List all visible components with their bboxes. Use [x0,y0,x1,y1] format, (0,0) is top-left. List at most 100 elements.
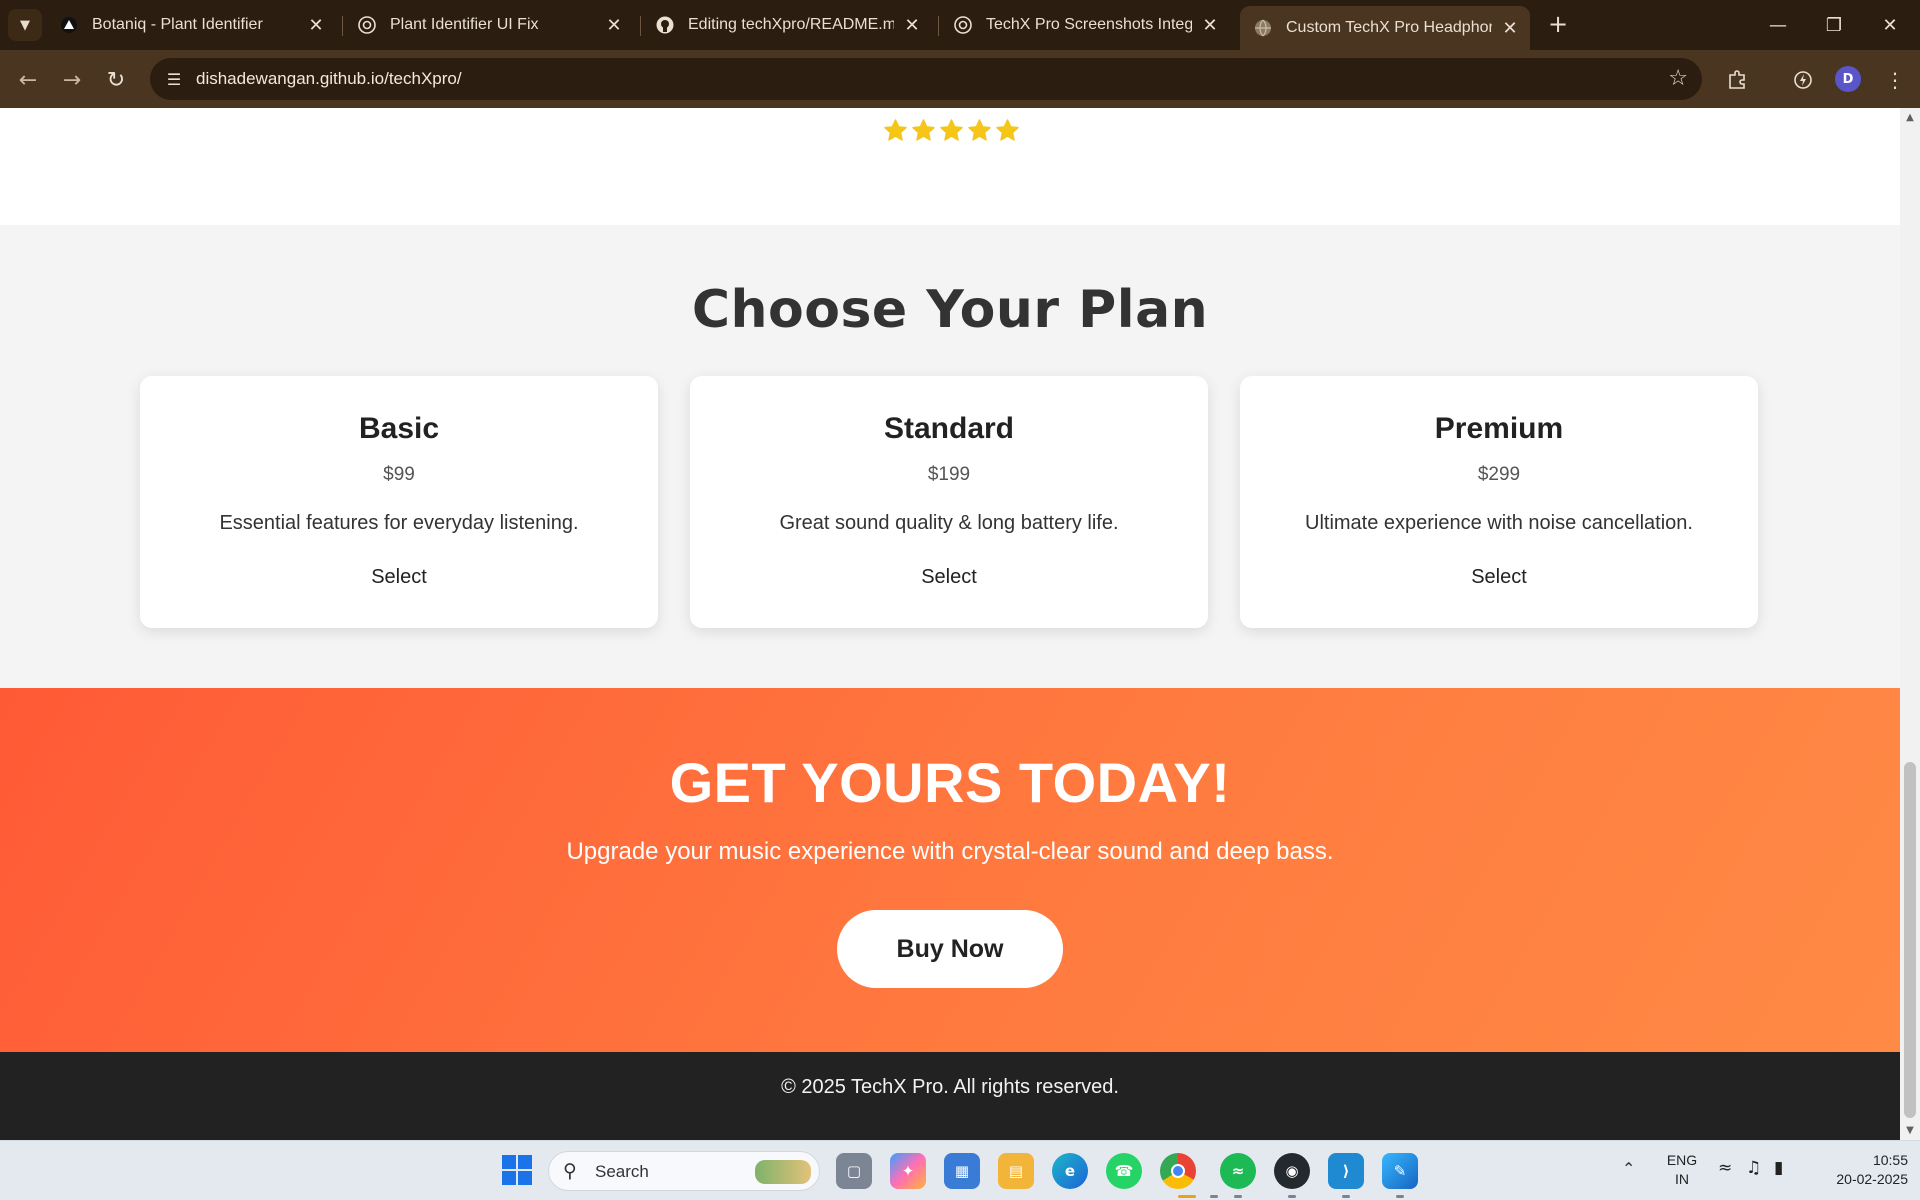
close-icon[interactable]: ✕ [902,15,922,36]
tab-title: Plant Identifier UI Fix [390,16,539,33]
plan-description: Ultimate experience with noise cancellat… [1305,512,1693,534]
tab-divider [640,16,641,36]
spotify-running-indicator [1234,1195,1242,1198]
github-desktop-icon[interactable]: ◉ [1274,1153,1310,1189]
show-hidden-icons-chevron-icon[interactable]: ⌃ [1622,1159,1635,1178]
url-text: dishadewangan.github.io/techXpro/ [196,69,462,88]
clock-date: 20-02-2025 [1836,1171,1908,1187]
github-icon [656,16,674,34]
more-menu-icon[interactable]: ⋮ [1880,65,1910,95]
new-tab-plus-icon[interactable]: + [1544,10,1572,40]
system-clock[interactable]: 10:55 20-02-2025 [1812,1151,1908,1189]
language-code: ENG [1666,1152,1698,1168]
plan-name: Basic [358,412,440,445]
performance-icon[interactable] [1788,65,1818,95]
profile-avatar[interactable]: D [1835,66,1861,92]
site-info-icon[interactable]: ☰ [162,67,186,91]
task-view-icon[interactable]: ▢ [836,1153,872,1189]
scroll-up-arrow-icon[interactable]: ▲ [1900,112,1920,123]
star-rating [883,118,1020,143]
input-language-indicator[interactable]: ENG IN [1662,1151,1702,1189]
plan-card-basic: Basic $99 Essential features for everyda… [140,376,658,628]
window-close-icon[interactable]: ✕ [1870,8,1910,42]
volume-icon[interactable]: ♫ [1746,1158,1761,1178]
star-icon [912,119,935,141]
chrome-active-indicator [1210,1195,1218,1198]
star-icon [884,119,907,141]
tab-title: Botaniq - Plant Identifier [92,16,263,33]
star-icon [940,119,963,141]
close-icon[interactable]: ✕ [1500,18,1520,39]
triangle-logo-icon [60,16,78,34]
clock-time: 10:55 [1872,1152,1908,1168]
restore-icon[interactable]: ❐ [1814,8,1854,42]
buy-now-button[interactable]: Buy Now [837,910,1063,988]
tab-botaniq[interactable]: Botaniq - Plant Identifier ✕ [46,8,336,42]
extensions-puzzle-icon[interactable] [1722,65,1752,95]
tab-editing-readme[interactable]: Editing techXpro/README.md at ✕ [642,8,932,42]
tab-title: Custom TechX Pro Headphones [1286,19,1492,36]
select-premium-button[interactable]: Select [1457,562,1541,593]
tab-title: Editing techXpro/README.md at [688,16,894,33]
cta-heading: GET YOURS TODAY! [669,751,1231,814]
search-label: Search [595,1162,649,1181]
taskbar-search-box[interactable]: ⚲ Search [548,1151,820,1191]
wifi-icon[interactable]: ≈ [1718,1158,1732,1178]
search-highlight-image [755,1160,811,1184]
address-bar[interactable]: ☰ dishadewangan.github.io/techXpro/ ☆ [150,58,1702,100]
review-section [0,108,1900,225]
forward-arrow-icon[interactable]: → [56,64,88,96]
copyright-text: © 2025 TechX Pro. All rights reserved. [781,1076,1119,1098]
copilot-icon[interactable]: ✦ [890,1153,926,1189]
minimize-icon[interactable]: — [1758,8,1798,42]
plan-description: Great sound quality & long battery life. [779,512,1119,534]
select-standard-button[interactable]: Select [907,562,991,593]
search-icon: ⚲ [563,1160,577,1182]
plan-name: Standard [883,412,1015,445]
windows-start-icon[interactable] [502,1155,532,1185]
chrome-icon[interactable] [1160,1153,1196,1189]
page-footer: © 2025 TechX Pro. All rights reserved. [0,1052,1900,1140]
spotify-icon[interactable]: ≈ [1220,1153,1256,1189]
openai-icon [358,16,376,34]
tab-custom-techx-headphones[interactable]: Custom TechX Pro Headphones ✕ [1240,6,1530,50]
tab-plant-identifier-ui-fix[interactable]: Plant Identifier UI Fix ✕ [344,8,634,42]
paint-icon[interactable]: ✎ [1382,1153,1418,1189]
back-arrow-icon[interactable]: ← [12,64,44,96]
plan-name: Premium [1434,412,1564,445]
language-region: IN [1675,1171,1689,1187]
github-running-indicator [1288,1195,1296,1198]
close-icon[interactable]: ✕ [1200,15,1220,36]
openai-icon [954,16,972,34]
cta-subtext: Upgrade your music experience with cryst… [566,838,1334,865]
tab-divider [938,16,939,36]
close-icon[interactable]: ✕ [604,15,624,36]
chrome-focused-indicator [1178,1195,1196,1198]
tab-divider [342,16,343,36]
vscode-icon[interactable]: ⟩ [1328,1153,1364,1189]
edge-icon[interactable]: e [1052,1153,1088,1189]
bookmark-star-icon[interactable]: ☆ [1668,66,1688,91]
vertical-scrollbar[interactable]: ▲ ▼ [1900,108,1920,1140]
microsoft-store-icon[interactable]: ▦ [944,1153,980,1189]
plan-card-standard: Standard $199 Great sound quality & long… [690,376,1208,628]
reload-icon[interactable]: ↻ [100,64,132,96]
scrollbar-thumb[interactable] [1904,762,1916,1118]
browser-toolbar: ← → ↻ ☰ dishadewangan.github.io/techXpro… [0,50,1920,108]
windows-taskbar: ⚲ Search ▢ ✦ ▦ ▤ e ☎ ≈ ◉ ⟩ ✎ ⌃ ENG IN ≈ … [0,1140,1920,1200]
file-explorer-icon[interactable]: ▤ [998,1153,1034,1189]
paint-running-indicator [1396,1195,1404,1198]
tab-search-dropdown-icon[interactable]: ▼ [8,9,42,41]
whatsapp-icon[interactable]: ☎ [1106,1153,1142,1189]
scroll-down-arrow-icon[interactable]: ▼ [1900,1125,1920,1136]
browser-tab-strip: ▼ Botaniq - Plant Identifier ✕ Plant Ide… [0,0,1920,50]
plan-description: Essential features for everyday listenin… [219,512,579,534]
select-basic-button[interactable]: Select [357,562,441,593]
plan-price: $199 [927,464,971,485]
star-icon [996,119,1019,141]
close-icon[interactable]: ✕ [306,15,326,36]
vscode-running-indicator [1342,1195,1350,1198]
page-viewport: Choose Your Plan Basic $99 Essential fea… [0,108,1900,1140]
battery-icon[interactable]: ▮ [1774,1158,1783,1178]
tab-techx-screenshots[interactable]: TechX Pro Screenshots Integrati ✕ [940,8,1230,42]
